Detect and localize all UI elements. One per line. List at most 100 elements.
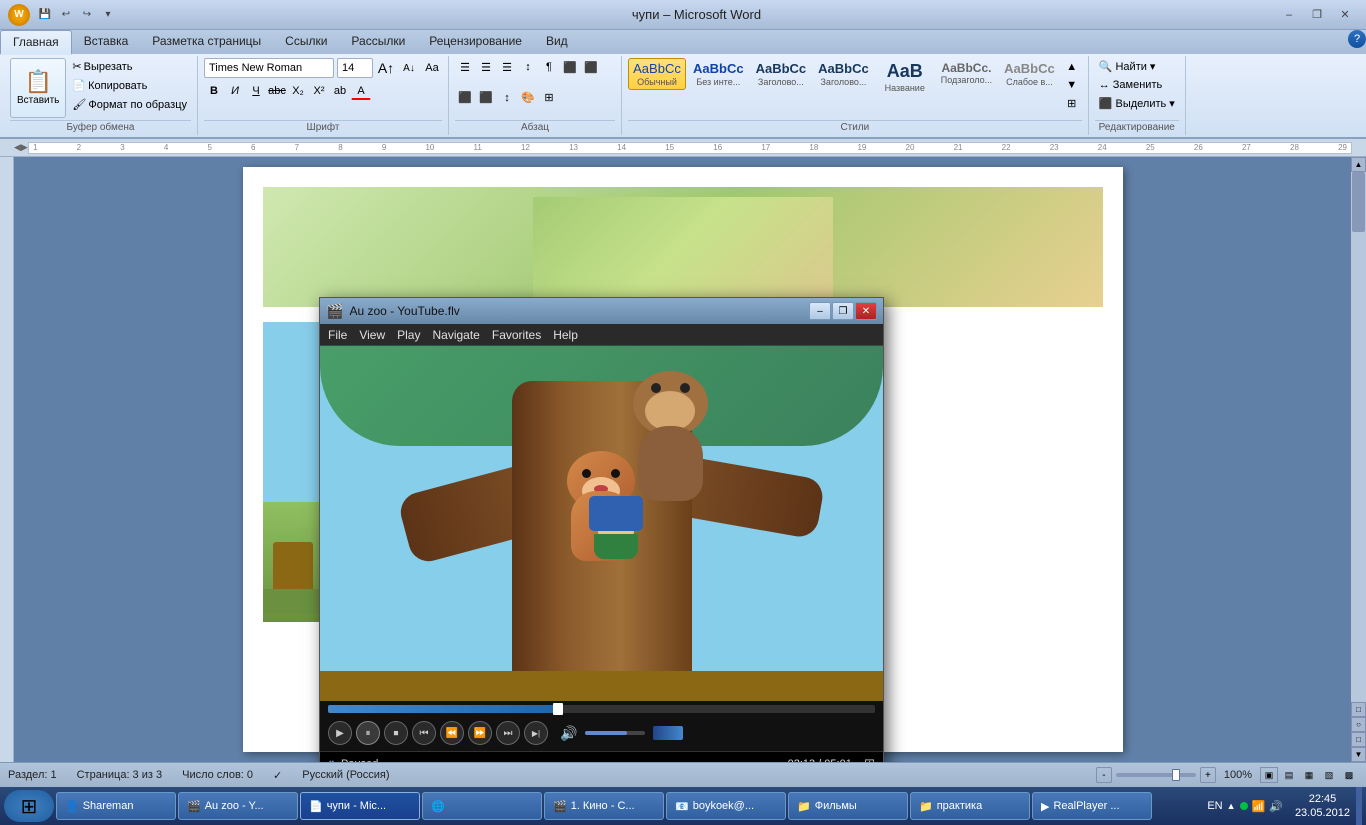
- change-case-button[interactable]: Aa: [422, 59, 442, 77]
- show-desktop-button[interactable]: [1356, 787, 1362, 825]
- media-close-button[interactable]: ✕: [855, 302, 877, 320]
- video-area[interactable]: [320, 346, 883, 701]
- font-color-button[interactable]: A: [351, 82, 371, 100]
- scroll-thumb[interactable]: [1352, 172, 1365, 232]
- undo-button[interactable]: ↩: [57, 6, 75, 24]
- select-object-button[interactable]: ○: [1351, 717, 1366, 732]
- zoom-in-button[interactable]: +: [1200, 767, 1216, 783]
- font-family-input[interactable]: [204, 58, 334, 78]
- page-down-button[interactable]: □: [1351, 732, 1366, 747]
- justify-button[interactable]: ⬛: [476, 89, 496, 107]
- media-minimize-button[interactable]: –: [809, 302, 831, 320]
- taskbar-kino[interactable]: 🎬 1. Кино - С...: [544, 792, 664, 820]
- spell-check-icon[interactable]: ✓: [273, 769, 282, 782]
- bullets-button[interactable]: ☰: [455, 58, 475, 76]
- style-heading2[interactable]: AaBbCc Заголово...: [813, 58, 874, 90]
- tab-insert[interactable]: Вставка: [72, 30, 141, 54]
- line-spacing-button[interactable]: ↕: [497, 89, 517, 107]
- taskbar-auzoo[interactable]: 🎬 Au zoo - Y...: [178, 792, 298, 820]
- volume-tray-icon[interactable]: 🔊: [1269, 800, 1283, 813]
- scroll-up-button[interactable]: ▲: [1351, 157, 1366, 172]
- full-reading-button[interactable]: ▤: [1280, 767, 1298, 783]
- copy-button[interactable]: 📄 Копировать: [68, 77, 191, 94]
- borders-button[interactable]: ⊞: [539, 89, 559, 107]
- restore-button[interactable]: ❐: [1304, 5, 1330, 25]
- replace-button[interactable]: ↔ Заменить: [1095, 77, 1167, 93]
- rewind-button[interactable]: ⏪: [440, 721, 464, 745]
- style-no-spacing[interactable]: AaBbCc Без инте...: [688, 58, 749, 90]
- subscript-button[interactable]: X₂: [288, 82, 308, 100]
- taskbar-chrome[interactable]: 🌐: [422, 792, 542, 820]
- style-normal[interactable]: AaBbCc Обычный: [628, 58, 686, 90]
- cut-button[interactable]: ✂ Вырезать: [68, 58, 191, 75]
- style-subtitle[interactable]: AaBbCc. Подзаголо...: [936, 58, 997, 88]
- tab-page-layout[interactable]: Разметка страницы: [140, 30, 273, 54]
- seek-thumb[interactable]: [553, 703, 563, 715]
- play-button[interactable]: ▶: [328, 721, 352, 745]
- menu-navigate[interactable]: Navigate: [432, 328, 479, 342]
- page-up-button[interactable]: □: [1351, 702, 1366, 717]
- forward-button[interactable]: ⏩: [468, 721, 492, 745]
- zoom-out-button[interactable]: -: [1096, 767, 1112, 783]
- zoom-slider[interactable]: [1116, 773, 1196, 777]
- show-marks-button[interactable]: ¶: [539, 58, 559, 76]
- style-title[interactable]: AaB Название: [876, 58, 934, 96]
- paste-button[interactable]: 📋 Вставить: [10, 58, 66, 118]
- prev-button[interactable]: ⏮: [412, 721, 436, 745]
- seek-track[interactable]: [328, 705, 875, 713]
- taskbar-realplayer[interactable]: ▶ RealPlayer ...: [1032, 792, 1152, 820]
- style-subtle[interactable]: AaBbCc Слабое в...: [999, 58, 1060, 90]
- tab-view[interactable]: Вид: [534, 30, 580, 54]
- menu-view[interactable]: View: [359, 328, 385, 342]
- find-button[interactable]: 🔍 Найти ▾: [1095, 58, 1160, 75]
- redo-button[interactable]: ↪: [78, 6, 96, 24]
- menu-play[interactable]: Play: [397, 328, 420, 342]
- help-button[interactable]: ?: [1348, 30, 1366, 48]
- menu-favorites[interactable]: Favorites: [492, 328, 541, 342]
- pause-button[interactable]: ⏸: [356, 721, 380, 745]
- italic-button[interactable]: И: [225, 82, 245, 100]
- taskbar-email[interactable]: 📧 boykoek@...: [666, 792, 786, 820]
- tab-mailings[interactable]: Рассылки: [339, 30, 417, 54]
- grow-font-button[interactable]: A↑: [376, 59, 396, 77]
- align-center-button[interactable]: ⬛: [581, 58, 601, 76]
- taskbar-word[interactable]: 📄 чупи - Mic...: [300, 792, 420, 820]
- language-info[interactable]: Русский (Россия): [302, 769, 389, 781]
- next-button[interactable]: ⏭: [496, 721, 520, 745]
- close-button[interactable]: ✕: [1332, 5, 1358, 25]
- arrow-icon[interactable]: ▲: [1227, 801, 1236, 811]
- web-layout-button[interactable]: ▦: [1300, 767, 1318, 783]
- multilevel-button[interactable]: ☰: [497, 58, 517, 76]
- highlight-button[interactable]: ab: [330, 82, 350, 100]
- superscript-button[interactable]: X²: [309, 82, 329, 100]
- tab-references[interactable]: Ссылки: [273, 30, 339, 54]
- sort-button[interactable]: ↕: [518, 58, 538, 76]
- outline-button[interactable]: ▧: [1320, 767, 1338, 783]
- fullscreen-button[interactable]: ⊞: [864, 756, 875, 763]
- taskbar-praktika[interactable]: 📁 практика: [910, 792, 1030, 820]
- select-button[interactable]: ⬛ Выделить ▾: [1095, 95, 1179, 112]
- print-layout-button[interactable]: ▣: [1260, 767, 1278, 783]
- zoom-thumb[interactable]: [1172, 769, 1180, 781]
- strikethrough-button[interactable]: abc: [267, 82, 287, 100]
- styles-expand[interactable]: ⊞: [1062, 94, 1082, 112]
- media-restore-button[interactable]: ❐: [832, 302, 854, 320]
- minimize-button[interactable]: –: [1276, 5, 1302, 25]
- taskbar-filmy[interactable]: 📁 Фильмы: [788, 792, 908, 820]
- frame-button[interactable]: ▶|: [524, 721, 548, 745]
- volume-slider[interactable]: [585, 731, 645, 735]
- menu-file[interactable]: File: [328, 328, 347, 342]
- shading-button[interactable]: 🎨: [518, 89, 538, 107]
- numbering-button[interactable]: ☰: [476, 58, 496, 76]
- menu-help[interactable]: Help: [553, 328, 578, 342]
- start-button[interactable]: ⊞: [4, 790, 54, 822]
- customize-button[interactable]: ▾: [99, 6, 117, 24]
- styles-scroll-up[interactable]: ▲: [1062, 58, 1082, 76]
- language-indicator[interactable]: EN: [1207, 800, 1222, 812]
- font-size-input[interactable]: [337, 58, 373, 78]
- tab-review[interactable]: Рецензирование: [417, 30, 534, 54]
- save-button[interactable]: 💾: [36, 6, 54, 24]
- styles-scroll-down[interactable]: ▼: [1062, 76, 1082, 94]
- stop-button[interactable]: ⏹: [384, 721, 408, 745]
- scroll-down-button[interactable]: ▼: [1351, 747, 1366, 762]
